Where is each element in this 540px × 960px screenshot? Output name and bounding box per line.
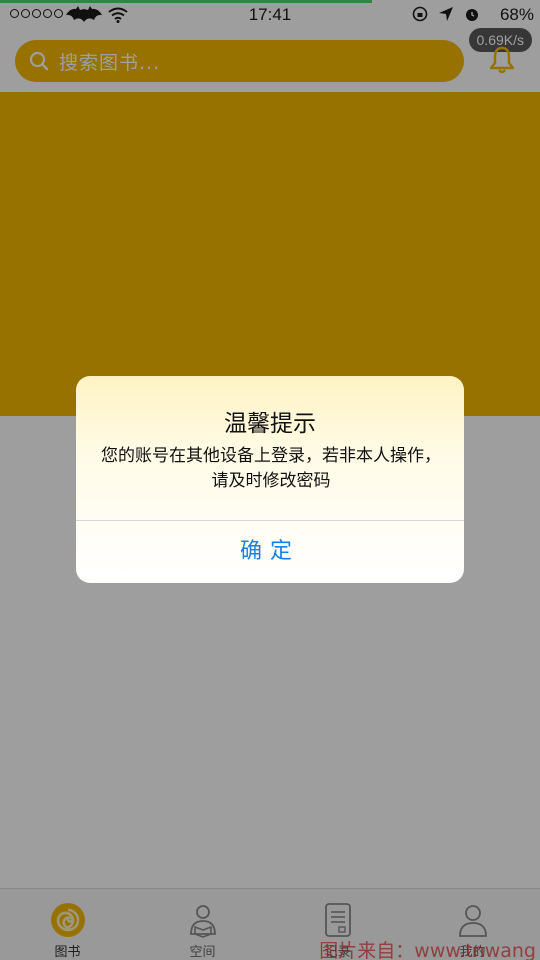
confirm-button[interactable]: 确定 xyxy=(76,521,464,583)
alert-title: 温馨提示 xyxy=(224,411,316,437)
alert-dialog: 温馨提示 您的账号在其他设备上登录，若非本人操作，请及时修改密码 确定 xyxy=(76,376,464,583)
alert-message: 您的账号在其他设备上登录，若非本人操作，请及时修改密码 xyxy=(101,446,441,491)
